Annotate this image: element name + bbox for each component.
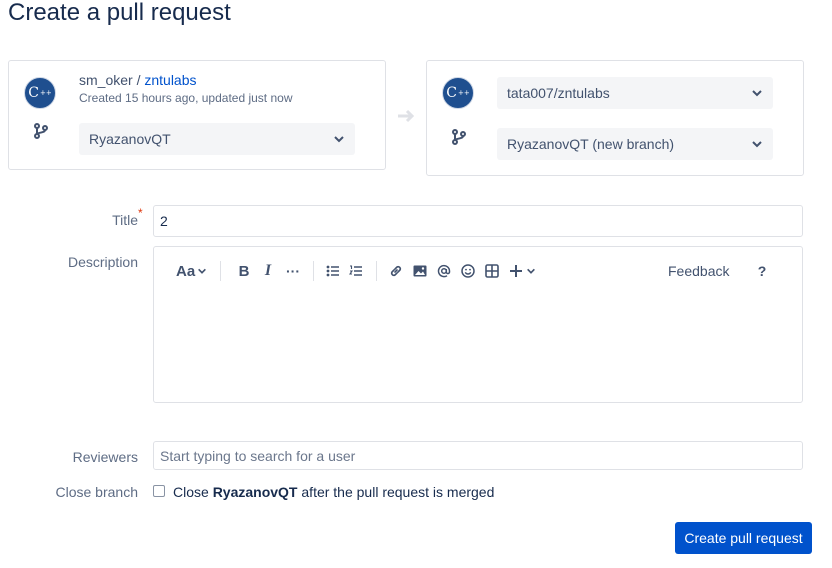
source-repo-avatar: C ++ xyxy=(24,77,56,109)
target-branch-value: RyazanovQT (new branch) xyxy=(507,136,675,152)
reviewers-input[interactable]: Start typing to search for a user xyxy=(153,441,803,470)
toolbar-separator xyxy=(313,261,314,281)
branch-icon xyxy=(452,129,466,145)
italic-button[interactable]: I xyxy=(260,261,276,281)
create-pull-request-button[interactable]: Create pull request xyxy=(675,522,812,554)
close-branch-label: Close branch xyxy=(55,484,139,500)
emoji-icon[interactable] xyxy=(459,261,477,281)
plus-icon xyxy=(510,265,522,277)
title-input[interactable]: 2 xyxy=(153,205,803,237)
target-repo-value: tata007/zntulabs xyxy=(507,85,610,101)
source-repo-name: sm_oker / zntulabs xyxy=(79,72,197,88)
chevron-down-icon xyxy=(527,268,535,274)
title-label: Title xyxy=(112,212,138,228)
arrow-right-icon xyxy=(398,109,415,123)
toolbar-separator xyxy=(220,261,221,281)
target-branch-select[interactable]: RyazanovQT (new branch) xyxy=(497,128,773,160)
close-branch-text: Close RyazanovQT after the pull request … xyxy=(173,484,495,500)
help-button[interactable]: ? xyxy=(754,261,770,281)
description-label: Description xyxy=(67,254,138,270)
close-branch-name: RyazanovQT xyxy=(212,484,298,500)
source-branch-select[interactable]: RyazanovQT xyxy=(79,123,355,155)
toolbar-separator xyxy=(376,261,377,281)
insert-plus-dropdown[interactable] xyxy=(509,261,536,281)
mention-icon[interactable] xyxy=(435,261,453,281)
source-repo-meta: Created 15 hours ago, updated just now xyxy=(79,91,293,105)
bullet-list-icon[interactable] xyxy=(324,261,342,281)
source-repo-card: C ++ sm_oker / zntulabs Created 15 hours … xyxy=(8,60,386,170)
table-icon[interactable] xyxy=(483,261,501,281)
chevron-down-icon xyxy=(752,141,762,148)
required-asterisk: * xyxy=(138,206,143,220)
target-repo-card: C ++ tata007/zntulabs RyazanovQT (new bra… xyxy=(426,60,804,176)
source-owner-link[interactable]: sm_oker xyxy=(79,72,133,88)
branch-icon xyxy=(34,123,48,139)
target-repo-avatar: C ++ xyxy=(442,77,474,109)
image-icon[interactable] xyxy=(411,261,429,281)
text-style-dropdown[interactable]: Aa xyxy=(176,261,207,281)
feedback-button[interactable]: Feedback xyxy=(668,261,729,281)
target-repo-select[interactable]: tata007/zntulabs xyxy=(497,77,773,109)
numbered-list-icon[interactable] xyxy=(347,261,365,281)
source-branch-value: RyazanovQT xyxy=(89,131,171,147)
reviewers-label: Reviewers xyxy=(72,449,138,465)
text-style-label: Aa xyxy=(176,262,196,280)
description-editor[interactable]: Aa B I ··· Feedback ? xyxy=(153,246,803,403)
more-formatting-button[interactable]: ··· xyxy=(282,261,304,281)
chevron-down-icon xyxy=(752,90,762,97)
page-title: Create a pull request xyxy=(8,0,231,26)
chevron-down-icon xyxy=(334,136,344,143)
close-branch-checkbox[interactable] xyxy=(153,485,165,497)
repo-separator: / xyxy=(132,72,145,88)
source-repo-link[interactable]: zntulabs xyxy=(144,72,196,88)
bold-button[interactable]: B xyxy=(236,261,252,281)
chevron-down-icon xyxy=(198,268,207,274)
link-icon[interactable] xyxy=(387,261,405,281)
